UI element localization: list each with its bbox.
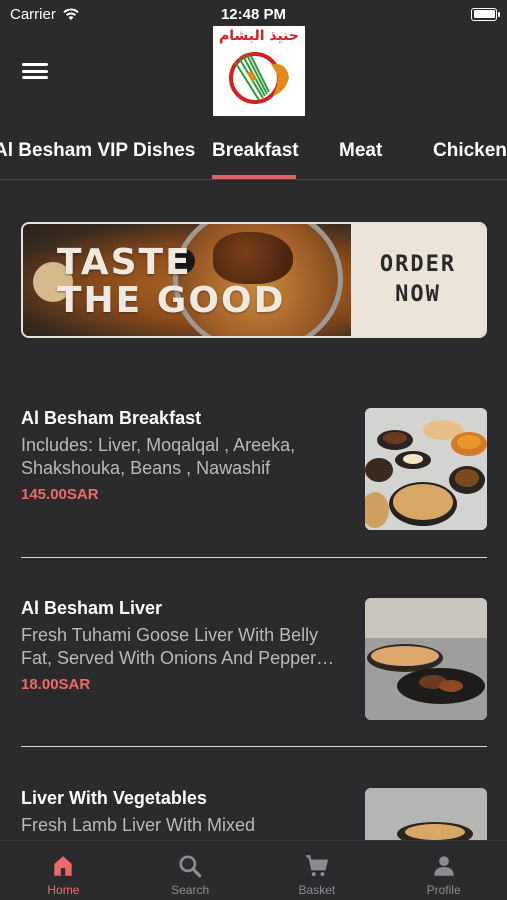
item-description: Fresh Lamb Liver With Mixed — [21, 815, 256, 835]
item-name: Al Besham Breakfast — [21, 408, 202, 428]
item-image — [365, 408, 487, 530]
battery-icon — [471, 7, 500, 21]
logo-emblem-icon — [229, 52, 289, 104]
item-image — [365, 788, 487, 840]
banner-title: TASTE THE GOOD — [57, 242, 286, 321]
item-description: Includes: Liver, Moqalqal , Areeka, Shak… — [21, 435, 296, 478]
menu-item[interactable]: Al Besham Breakfast Includes: Liver, Moq… — [21, 408, 487, 530]
carrier-label: Carrier — [10, 5, 56, 23]
search-icon — [179, 855, 202, 878]
category-tabs: Al Besham VIP Dishes Breakfast Meat Chic… — [0, 128, 507, 180]
nav-search-label: Search — [171, 883, 210, 897]
nav-basket-label: Basket — [298, 883, 336, 897]
nav-home-label: Home — [47, 883, 80, 897]
active-tab-indicator — [212, 175, 296, 179]
nav-profile[interactable]: Profile — [380, 841, 507, 900]
banner-image: TASTE THE GOOD — [23, 224, 351, 336]
nav-basket[interactable]: Basket — [254, 841, 381, 900]
tab-meat[interactable]: Meat — [339, 140, 382, 162]
menu-icon[interactable] — [22, 60, 48, 82]
tab-chicken[interactable]: Chicken — [433, 140, 507, 162]
item-name: Al Besham Liver — [21, 598, 163, 618]
order-now-button[interactable]: ORDER NOW — [351, 224, 485, 336]
profile-icon — [433, 856, 454, 876]
item-price: 18.00SAR — [21, 676, 91, 693]
logo-text: حنيذ البشام — [218, 28, 299, 44]
app-header: حنيذ البشام — [0, 26, 507, 120]
item-image — [365, 598, 487, 720]
bottom-tab-bar: Home Search Basket Profile — [0, 840, 507, 900]
brand-logo: حنيذ البشام — [213, 26, 305, 116]
nav-home[interactable]: Home — [0, 841, 127, 900]
cart-icon — [306, 855, 329, 877]
nav-search[interactable]: Search — [127, 841, 254, 900]
item-description: Fresh Tuhami Goose Liver With Belly Fat,… — [21, 625, 335, 668]
nav-profile-label: Profile — [426, 883, 461, 897]
menu-item[interactable]: Liver With Vegetables Fresh Lamb Liver W… — [21, 788, 487, 840]
status-bar: Carrier 12:48 PM — [0, 0, 507, 28]
promo-banner[interactable]: TASTE THE GOOD ORDER NOW — [21, 222, 487, 338]
wifi-icon — [63, 8, 79, 20]
home-icon — [54, 856, 73, 876]
menu-item[interactable]: Al Besham Liver Fresh Tuhami Goose Liver… — [21, 598, 487, 720]
tab-breakfast[interactable]: Breakfast — [212, 140, 299, 162]
item-divider — [21, 746, 487, 747]
item-divider — [21, 557, 487, 558]
tab-al-besham-vip-dishes[interactable]: Al Besham VIP Dishes — [0, 140, 195, 162]
item-price: 145.00SAR — [21, 486, 99, 503]
item-name: Liver With Vegetables — [21, 788, 207, 808]
